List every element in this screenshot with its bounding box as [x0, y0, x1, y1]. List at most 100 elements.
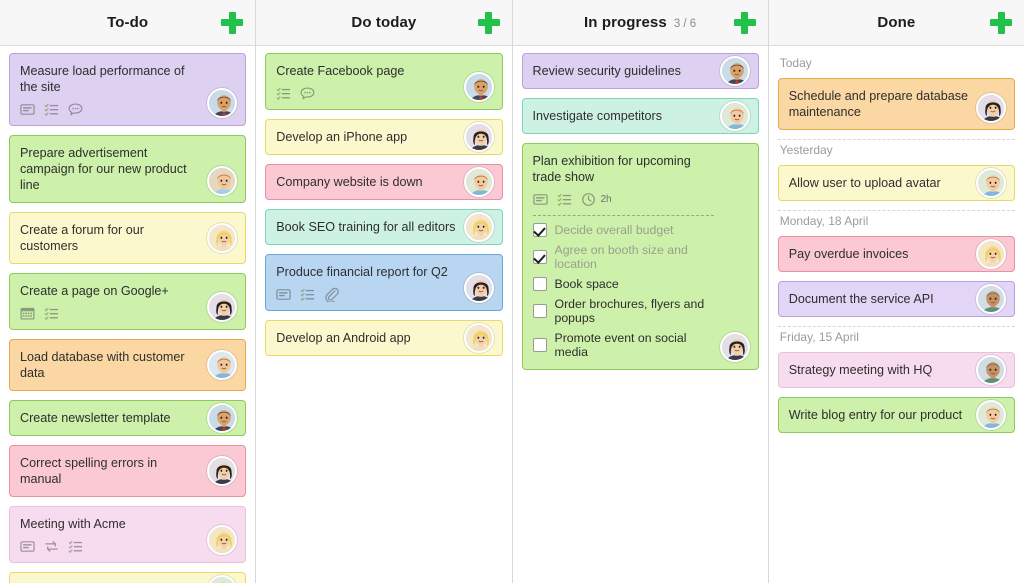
checkbox-unchecked-icon[interactable] [532, 304, 547, 318]
avatar[interactable] [463, 212, 494, 242]
comment-icon [68, 102, 83, 117]
avatar[interactable] [976, 284, 1006, 314]
avatar[interactable] [207, 403, 238, 433]
avatar[interactable] [976, 168, 1006, 198]
avatar[interactable] [463, 167, 494, 197]
kanban-card[interactable]: Review security guidelines [521, 53, 759, 89]
kanban-card[interactable]: Prepare advertisement campaign for our n… [9, 135, 247, 203]
kanban-card[interactable]: Load database with customer data [9, 339, 247, 391]
checklist-item[interactable]: Book space [532, 277, 714, 291]
kanban-card[interactable]: Develop an Android app [265, 320, 503, 356]
kanban-card[interactable]: Develop an iPhone app [265, 119, 503, 155]
avatar[interactable] [207, 575, 238, 583]
card-title: Create a page on Google+ [20, 284, 169, 298]
kanban-card[interactable]: Create newsletter template [9, 400, 247, 436]
column-header: In progress 3 / 6 [512, 0, 768, 46]
card-title: Create newsletter template [20, 411, 171, 425]
card-title: Pay overdue invoices [788, 247, 909, 261]
kanban-card[interactable]: Document the service API [777, 281, 1015, 317]
avatar[interactable] [207, 525, 238, 555]
card-title: Schedule and prepare database maintenanc… [788, 89, 969, 119]
avatar[interactable] [463, 72, 494, 102]
kanban-card[interactable]: Company website is down [265, 164, 503, 200]
checkbox-unchecked-icon[interactable] [532, 338, 547, 352]
kanban-card[interactable]: Create Facebook page [265, 53, 503, 110]
kanban-card[interactable]: Plan exhibition for upcoming trade show 2… [521, 143, 759, 370]
avatar[interactable] [976, 93, 1006, 123]
card-title: Write blog entry for our product [788, 408, 963, 422]
card-title: Document the service API [788, 292, 934, 306]
card-meta: 2h [532, 191, 714, 207]
kanban-card[interactable]: Create a forum for our customers [9, 212, 247, 264]
avatar[interactable] [207, 88, 238, 118]
card-title: Create Facebook page [276, 64, 405, 78]
description-icon [20, 102, 35, 117]
kanban-card[interactable]: Measure load performance of the site [9, 53, 247, 126]
column-body: Review security guidelines Investigate co… [512, 46, 768, 583]
column-body: Today Schedule and prepare database maint… [768, 46, 1024, 583]
kanban-card[interactable]: Schedule and prepare database maintenanc… [777, 78, 1015, 130]
card-title: Review security guidelines [532, 64, 681, 78]
card-divider [532, 215, 714, 216]
card-checklist: Decide overall budget Agree on booth size… [532, 223, 714, 361]
kanban-card[interactable]: Correct spelling errors in manual [9, 445, 247, 497]
card-title: Create a forum for our customers [20, 223, 144, 253]
checklist-item[interactable]: Agree on booth size and location [532, 243, 714, 271]
avatar[interactable] [976, 239, 1006, 269]
kanban-card[interactable]: Write blog entry for our product [777, 397, 1015, 433]
add-card-plus-icon[interactable] [477, 11, 500, 34]
checklist-icon [44, 102, 59, 117]
column-title: To-do [107, 13, 149, 31]
card-title: Develop an Android app [276, 331, 411, 345]
add-card-plus-icon[interactable] [990, 11, 1012, 34]
add-card-plus-icon[interactable] [221, 11, 244, 34]
kanban-card[interactable]: Investigate competitors [521, 98, 759, 134]
kanban-card[interactable]: Book SEO training for all editors [265, 209, 503, 245]
paperclip-icon [324, 287, 340, 302]
avatar[interactable] [207, 166, 238, 196]
avatar[interactable] [207, 223, 238, 253]
column-card-count: 3 / 6 [673, 17, 697, 30]
checkbox-checked-icon[interactable] [532, 223, 547, 237]
avatar[interactable] [719, 332, 750, 362]
checklist-item[interactable]: Order brochures, flyers and popups [532, 297, 714, 325]
clock-icon [581, 192, 596, 207]
avatar[interactable] [463, 273, 494, 303]
column-title: In progress [584, 13, 667, 31]
checkbox-unchecked-icon[interactable] [532, 277, 547, 291]
kanban-card[interactable]: Create a page on Google+ [9, 273, 247, 330]
avatar[interactable] [719, 101, 750, 131]
column-title-wrap: Done [877, 14, 915, 32]
card-title: Allow user to upload avatar [788, 176, 941, 190]
avatar[interactable] [463, 323, 494, 353]
checklist-icon [44, 306, 59, 321]
avatar[interactable] [207, 350, 238, 380]
kanban-card[interactable]: Produce financial report for Q2 [265, 254, 503, 311]
kanban-column: Done Today Schedule and prepare database m… [768, 0, 1024, 583]
kanban-card[interactable]: Meeting with Acme [9, 506, 247, 563]
kanban-card[interactable]: Implement CRM integration [9, 572, 247, 583]
column-title: Do today [351, 13, 417, 31]
avatar[interactable] [463, 122, 494, 152]
checklist-item[interactable]: Decide overall budget [532, 223, 714, 237]
card-title: Strategy meeting with HQ [788, 363, 933, 377]
card-title: Measure load performance of the site [20, 64, 185, 94]
checklist-icon [300, 287, 315, 302]
column-body: Measure load performance of the site Prep… [0, 46, 256, 583]
kanban-card[interactable]: Allow user to upload avatar [777, 165, 1015, 201]
card-meta [20, 305, 201, 321]
avatar[interactable] [976, 400, 1006, 430]
avatar[interactable] [207, 292, 238, 322]
description-icon [276, 287, 291, 302]
checkbox-checked-icon[interactable] [532, 250, 547, 264]
checklist-item[interactable]: Promote event on social media [532, 331, 714, 359]
card-title: Company website is down [276, 175, 423, 189]
avatar[interactable] [976, 355, 1006, 385]
avatar[interactable] [719, 56, 750, 86]
card-title: Develop an iPhone app [276, 130, 408, 144]
avatar[interactable] [207, 456, 238, 486]
add-card-plus-icon[interactable] [733, 11, 756, 34]
checklist-item-label: Decide overall budget [554, 223, 674, 237]
kanban-card[interactable]: Strategy meeting with HQ [777, 352, 1015, 388]
kanban-card[interactable]: Pay overdue invoices [777, 236, 1015, 272]
